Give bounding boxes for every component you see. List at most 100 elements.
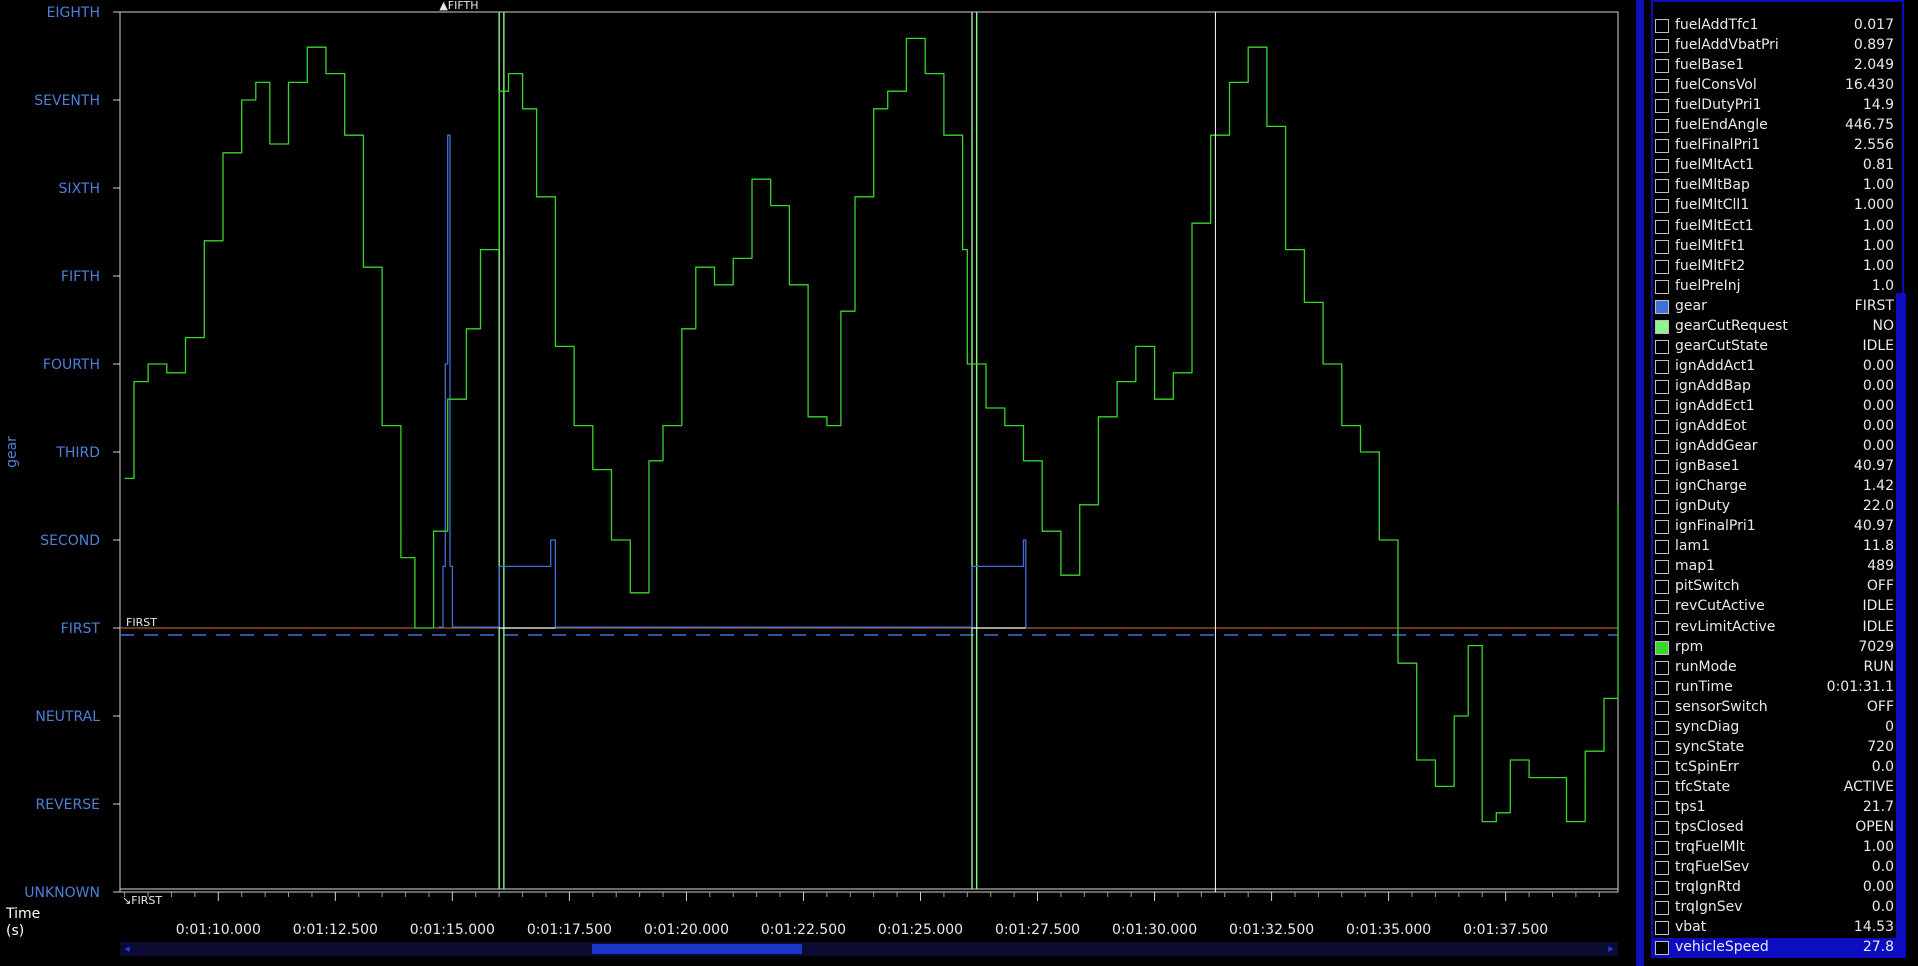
channel-row-pitSwitch[interactable]: pitSwitch OFF [1653,577,1902,598]
channel-row-tps1[interactable]: tps1 21.7 [1653,797,1902,818]
channel-checkbox[interactable] [1655,881,1669,896]
channel-row-rpm[interactable]: rpm 7029 [1653,637,1902,658]
channel-checkbox[interactable] [1655,560,1669,575]
scroll-thumb[interactable] [592,944,802,954]
channel-row-gearCutRequest[interactable]: gearCutRequest NO [1653,316,1902,337]
chart-svg[interactable]: UNKNOWN REVERSE NEUTRAL FIRST SECOND THIRD FOU… [0,0,1636,966]
channel-checkbox[interactable] [1655,700,1669,715]
channel-checkbox[interactable] [1655,399,1669,414]
channel-row-runMode[interactable]: runMode RUN [1653,657,1902,678]
channel-row-fuelAddTfc1[interactable]: fuelAddTfc1 0.017 [1653,16,1902,36]
horizontal-scrollbar[interactable]: ◂ ▸ [120,942,1618,956]
channel-row-fuelFinalPri1[interactable]: fuelFinalPri1 2.556 [1653,136,1902,157]
channel-checkbox[interactable] [1655,760,1669,775]
channel-row-runTime[interactable]: runTime 0:01:31.1 [1653,677,1902,698]
channel-row-lam1[interactable]: lam1 11.8 [1653,537,1902,558]
channel-checkbox[interactable] [1655,19,1669,33]
channel-row-fuelDutyPri1[interactable]: fuelDutyPri1 14.9 [1653,96,1902,117]
channel-row-tcSpinErr[interactable]: tcSpinErr 0.0 [1653,757,1902,778]
channel-checkbox[interactable] [1655,179,1669,194]
channel-checkbox[interactable] [1655,119,1669,134]
channel-row-fuelMltEct1[interactable]: fuelMltEct1 1.00 [1653,216,1902,237]
channel-row-gear[interactable]: gear FIRST [1653,296,1902,317]
channel-row-ignCharge[interactable]: ignCharge 1.42 [1653,477,1902,498]
channel-row-sensorSwitch[interactable]: sensorSwitch OFF [1653,697,1902,718]
channel-checkbox[interactable] [1655,440,1669,455]
channel-row-fuelMltBap[interactable]: fuelMltBap 1.00 [1653,176,1902,197]
channel-row-fuelMltFt2[interactable]: fuelMltFt2 1.00 [1653,256,1902,277]
channel-checkbox[interactable] [1655,861,1669,876]
channel-checkbox[interactable] [1655,500,1669,515]
channel-checkbox[interactable] [1655,660,1669,675]
channel-row-ignAddAct1[interactable]: ignAddAct1 0.00 [1653,356,1902,377]
channel-row-trqIgnSev[interactable]: trqIgnSev 0.0 [1653,898,1902,919]
channel-checkbox[interactable] [1655,59,1669,74]
channel-checkbox[interactable] [1655,800,1669,815]
channel-row-vbat[interactable]: vbat 14.53 [1653,918,1902,939]
channel-checkbox[interactable] [1655,379,1669,394]
channel-checkbox[interactable] [1655,780,1669,795]
channel-row-fuelAddVbatPri[interactable]: fuelAddVbatPri 0.897 [1653,36,1902,57]
channel-checkbox[interactable] [1655,219,1669,234]
channel-list-scroll-strip[interactable] [1896,293,1906,958]
channel-checkbox[interactable] [1655,640,1669,655]
channel-checkbox[interactable] [1655,740,1669,755]
channel-checkbox[interactable] [1655,359,1669,374]
channel-row-fuelMltFt1[interactable]: fuelMltFt1 1.00 [1653,236,1902,257]
channel-checkbox[interactable] [1655,821,1669,835]
channel-row-vehicleSpeed[interactable]: vehicleSpeed 27.8 [1653,938,1902,956]
channel-row-ignAddEct1[interactable]: ignAddEct1 0.00 [1653,396,1902,417]
scroll-left-arrow-icon[interactable]: ◂ [120,942,134,956]
channel-checkbox[interactable] [1655,720,1669,735]
channel-row-revLimitActive[interactable]: revLimitActive IDLE [1653,617,1902,638]
channel-row-trqFuelMlt[interactable]: trqFuelMlt 1.00 [1653,838,1902,859]
channel-checkbox[interactable] [1655,319,1669,334]
channel-checkbox[interactable] [1655,680,1669,695]
channel-row-ignBase1[interactable]: ignBase1 40.97 [1653,457,1902,478]
channel-row-ignAddGear[interactable]: ignAddGear 0.00 [1653,437,1902,458]
channel-row-ignFinalPri1[interactable]: ignFinalPri1 40.97 [1653,517,1902,538]
channel-checkbox[interactable] [1655,520,1669,535]
channel-row-fuelPreInj[interactable]: fuelPreInj 1.0 [1653,276,1902,297]
channel-row-fuelMltAct1[interactable]: fuelMltAct1 0.81 [1653,156,1902,177]
channel-checkbox[interactable] [1655,139,1669,154]
channel-row-tfcState[interactable]: tfcState ACTIVE [1653,777,1902,798]
channel-checkbox[interactable] [1655,279,1669,294]
channel-row-trqIgnRtd[interactable]: trqIgnRtd 0.00 [1653,878,1902,899]
channel-row-map1[interactable]: map1 489 [1653,557,1902,578]
channel-checkbox[interactable] [1655,540,1669,555]
channel-checkbox[interactable] [1655,39,1669,54]
channel-checkbox[interactable] [1655,480,1669,495]
channel-row-fuelMltCll1[interactable]: fuelMltCll1 1.000 [1653,196,1902,217]
splitter-bar[interactable] [1636,0,1644,966]
channel-row-trqFuelSev[interactable]: trqFuelSev 0.0 [1653,858,1902,879]
channel-checkbox[interactable] [1655,239,1669,254]
channel-row-fuelEndAngle[interactable]: fuelEndAngle 446.75 [1653,116,1902,137]
channel-checkbox[interactable] [1655,199,1669,214]
channel-checkbox[interactable] [1655,921,1669,936]
channel-checkbox[interactable] [1655,79,1669,94]
channel-checkbox[interactable] [1655,901,1669,916]
chart-area[interactable]: UNKNOWN REVERSE NEUTRAL FIRST SECOND THIRD FOU… [0,0,1636,966]
channel-row-fuelConsVol[interactable]: fuelConsVol 16.430 [1653,76,1902,97]
channel-checkbox[interactable] [1655,841,1669,856]
channel-checkbox[interactable] [1655,420,1669,434]
channel-checkbox[interactable] [1655,580,1669,595]
channel-checkbox[interactable] [1655,941,1669,956]
scroll-right-arrow-icon[interactable]: ▸ [1604,942,1618,956]
channel-checkbox[interactable] [1655,600,1669,615]
channel-row-ignDuty[interactable]: ignDuty 22.0 [1653,497,1902,518]
channel-checkbox[interactable] [1655,339,1669,354]
channel-checkbox[interactable] [1655,159,1669,174]
channel-row-tpsClosed[interactable]: tpsClosed OPEN [1653,818,1902,838]
channel-list-panel[interactable]: fuelAddTfc1 0.017 fuelAddVbatPri 0.897 fuelB… [1651,0,1904,958]
channel-checkbox[interactable] [1655,259,1669,274]
channel-row-revCutActive[interactable]: revCutActive IDLE [1653,597,1902,618]
channel-row-syncDiag[interactable]: syncDiag 0 [1653,717,1902,738]
channel-row-syncState[interactable]: syncState 720 [1653,737,1902,758]
channel-checkbox[interactable] [1655,460,1669,475]
channel-row-fuelBase1[interactable]: fuelBase1 2.049 [1653,56,1902,77]
channel-row-ignAddEot[interactable]: ignAddEot 0.00 [1653,417,1902,437]
channel-checkbox[interactable] [1655,99,1669,114]
channel-row-ignAddBap[interactable]: ignAddBap 0.00 [1653,376,1902,397]
